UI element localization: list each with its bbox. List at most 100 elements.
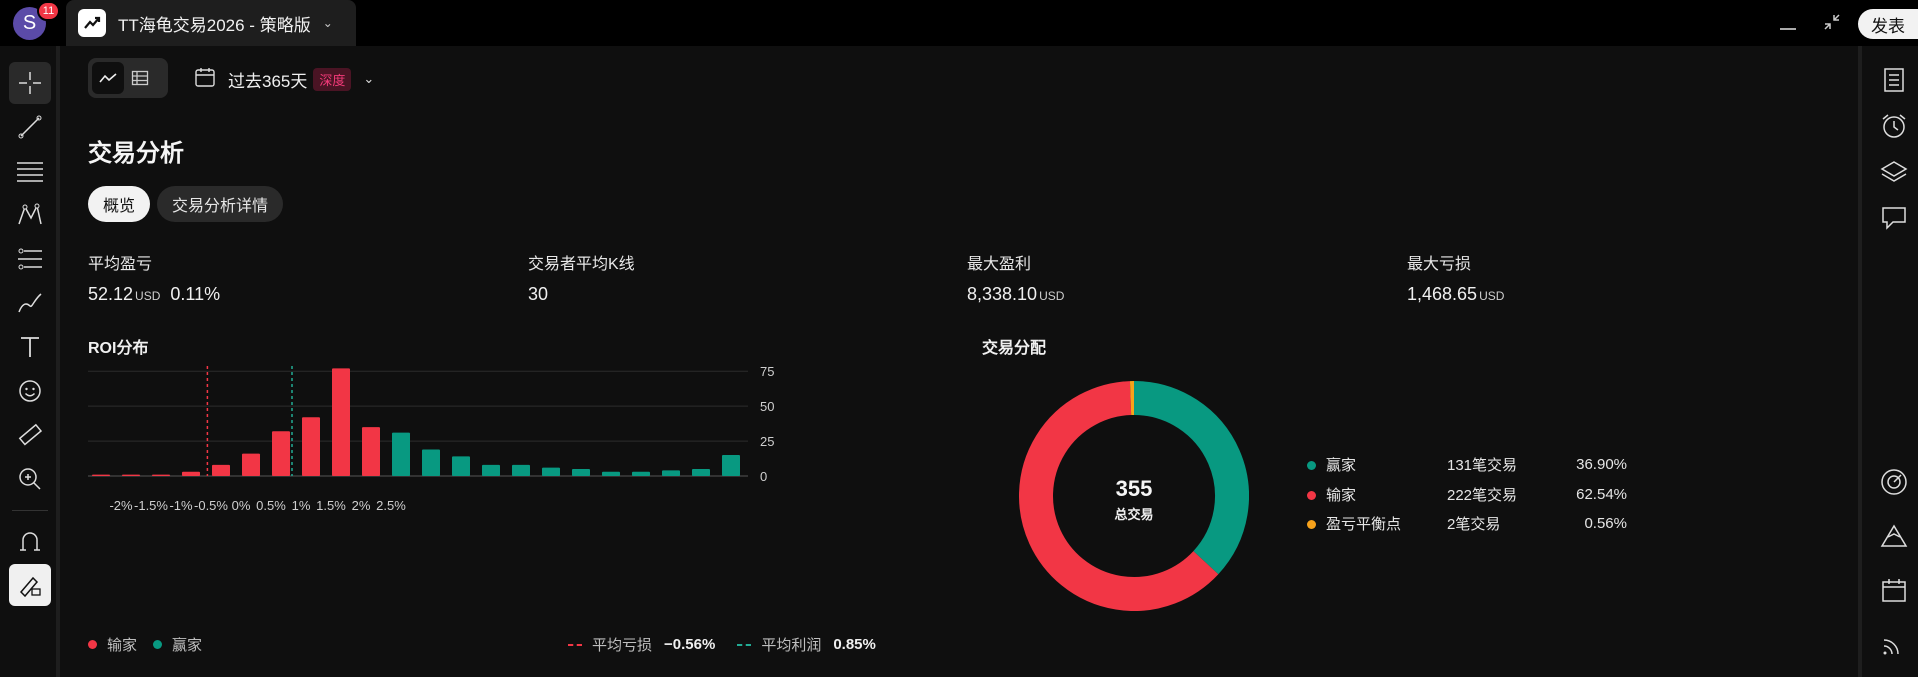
- pattern-icon[interactable]: [9, 194, 51, 236]
- winner-bar: [392, 432, 410, 476]
- right-toolbar: [1858, 46, 1918, 677]
- stat-max-loss: 最大亏损 1,468.65 USD: [1407, 250, 1504, 305]
- dist-name: 盈亏平衡点: [1326, 515, 1402, 533]
- winner-dot: [1307, 460, 1316, 470]
- stat-value: 52.12: [88, 284, 134, 304]
- breakeven-dot: [1307, 519, 1316, 529]
- winner-dot: [153, 640, 163, 649]
- total-trades-label: 总交易: [1114, 507, 1154, 522]
- brush-icon[interactable]: [9, 282, 51, 324]
- avg-profit-dash: [737, 643, 752, 646]
- loser-bar: [272, 431, 290, 476]
- notification-badge: 11: [37, 1, 60, 21]
- dist-count: 222笔交易: [1447, 486, 1518, 504]
- dist-count: 131笔交易: [1447, 456, 1518, 474]
- roi-legend: 输家 赢家: [88, 634, 202, 655]
- alarm-clock-icon[interactable]: [1878, 110, 1910, 142]
- stat-avg-bars: 交易者平均K线 30: [528, 250, 635, 305]
- layers-icon[interactable]: [1878, 156, 1910, 188]
- crosshair-icon[interactable]: [9, 62, 51, 104]
- tab-title: TT海龟交易2026 - 策略版: [118, 15, 311, 35]
- dist-pct: 0.56%: [1584, 514, 1627, 532]
- broadcast-icon[interactable]: [1878, 628, 1910, 660]
- roi-avg-legend: 平均亏损 −0.56% 平均利润 0.85%: [568, 634, 876, 655]
- x-tick-label: -0.5%: [194, 498, 228, 513]
- winner-bar: [662, 470, 680, 476]
- strategy-tab[interactable]: TT海龟交易2026 - 策略版 ⌄: [66, 0, 356, 46]
- winner-bar: [692, 469, 710, 476]
- roi-title: ROI分布: [88, 340, 149, 357]
- chat-icon[interactable]: [1878, 202, 1910, 234]
- winner-bar: [602, 471, 620, 476]
- zoom-in-icon[interactable]: [9, 458, 51, 500]
- target-icon[interactable]: [1878, 466, 1910, 498]
- chart-view-button[interactable]: [92, 62, 124, 94]
- distribution-title: 交易分配: [982, 340, 1047, 357]
- avg-loss-dash: [568, 643, 582, 646]
- main-panel: 过去365天 深度 ⌄ 交易分析 概览 交易分析详情 平均盈亏 52.12 USD…: [64, 46, 1854, 677]
- stat-unit: USD: [135, 289, 161, 303]
- dist-pct: 62.54%: [1576, 485, 1627, 503]
- mountain-icon[interactable]: [1878, 520, 1910, 552]
- x-tick-label: 0%: [232, 498, 251, 513]
- loser-bar: [302, 417, 320, 476]
- stat-max-profit: 最大盈利 8,338.10 USD: [967, 250, 1064, 305]
- winner-bar: [482, 464, 500, 476]
- restore-icon[interactable]: [1822, 12, 1842, 32]
- x-tick-label: -1%: [169, 498, 193, 513]
- loser-dot: [1307, 490, 1316, 500]
- dist-row-losers: 输家 222笔交易 62.54%: [1307, 483, 1627, 505]
- calendar-icon[interactable]: [1878, 574, 1910, 606]
- loser-bar: [182, 471, 200, 476]
- x-tick-label: 1%: [292, 498, 311, 513]
- tab-overview[interactable]: 概览: [88, 186, 151, 222]
- text-tool-icon[interactable]: [9, 326, 51, 368]
- total-trades: 355: [1115, 476, 1153, 501]
- legend-losers: 输家: [107, 637, 138, 654]
- x-tick-label: 2%: [352, 498, 371, 513]
- y-tick-label: 75: [760, 364, 774, 379]
- stat-unit: USD: [1479, 289, 1505, 303]
- chevron-down-icon[interactable]: ⌄: [323, 16, 333, 30]
- stat-avg-pnl: 平均盈亏 52.12 USD 0.11%: [88, 250, 220, 305]
- loser-bar: [362, 427, 380, 476]
- stat-unit: USD: [1039, 289, 1065, 303]
- winner-bar: [722, 455, 740, 476]
- dist-name: 输家: [1326, 486, 1357, 504]
- loser-bar: [242, 453, 260, 476]
- avg-profit-value: 0.85%: [833, 636, 876, 653]
- emoji-icon[interactable]: [9, 370, 51, 412]
- winner-bar: [572, 469, 590, 476]
- minimize-icon[interactable]: [1780, 28, 1796, 30]
- dist-count: 2笔交易: [1447, 515, 1501, 533]
- winner-bar: [452, 456, 470, 476]
- dist-pct: 36.90%: [1576, 455, 1627, 473]
- tab-trade-details[interactable]: 交易分析详情: [157, 186, 284, 222]
- chevron-down-icon: ⌄: [363, 71, 375, 86]
- roi-histogram: 0 25 50 75 -2% -1.5% -1% -0.5% 0% 0.5% 1% 1.5% 2% 2.5…: [88, 364, 774, 513]
- publish-button[interactable]: 发表: [1858, 9, 1918, 39]
- stat-label: 最大盈利: [967, 256, 1032, 273]
- calendar-icon: [194, 66, 216, 93]
- fib-tools-icon[interactable]: [9, 238, 51, 280]
- ruler-icon[interactable]: [9, 414, 51, 456]
- magnet-icon[interactable]: [9, 520, 51, 562]
- y-tick-label: 50: [760, 399, 774, 414]
- horizontal-lines-icon[interactable]: [9, 150, 51, 192]
- avg-loss-value: −0.56%: [664, 636, 716, 653]
- watchlist-icon[interactable]: [1878, 64, 1910, 96]
- legend-winners: 赢家: [172, 637, 203, 654]
- trend-line-icon[interactable]: [9, 106, 51, 148]
- avg-profit-label: 平均利润: [761, 637, 822, 654]
- page-title: 交易分析: [88, 140, 184, 167]
- date-range-selector[interactable]: 过去365天 深度 ⌄: [194, 66, 374, 92]
- top-bar: S 11 TT海龟交易2026 - 策略版 ⌄ 发表: [0, 0, 1918, 46]
- stat-label: 平均盈亏: [88, 256, 153, 273]
- winner-bar: [512, 464, 530, 476]
- lock-drawing-icon[interactable]: [9, 564, 51, 606]
- y-tick-label: 0: [760, 469, 767, 484]
- loser-bar: [152, 474, 170, 476]
- winner-bar: [632, 471, 650, 476]
- winner-bar: [422, 449, 440, 476]
- table-view-button[interactable]: [124, 62, 156, 94]
